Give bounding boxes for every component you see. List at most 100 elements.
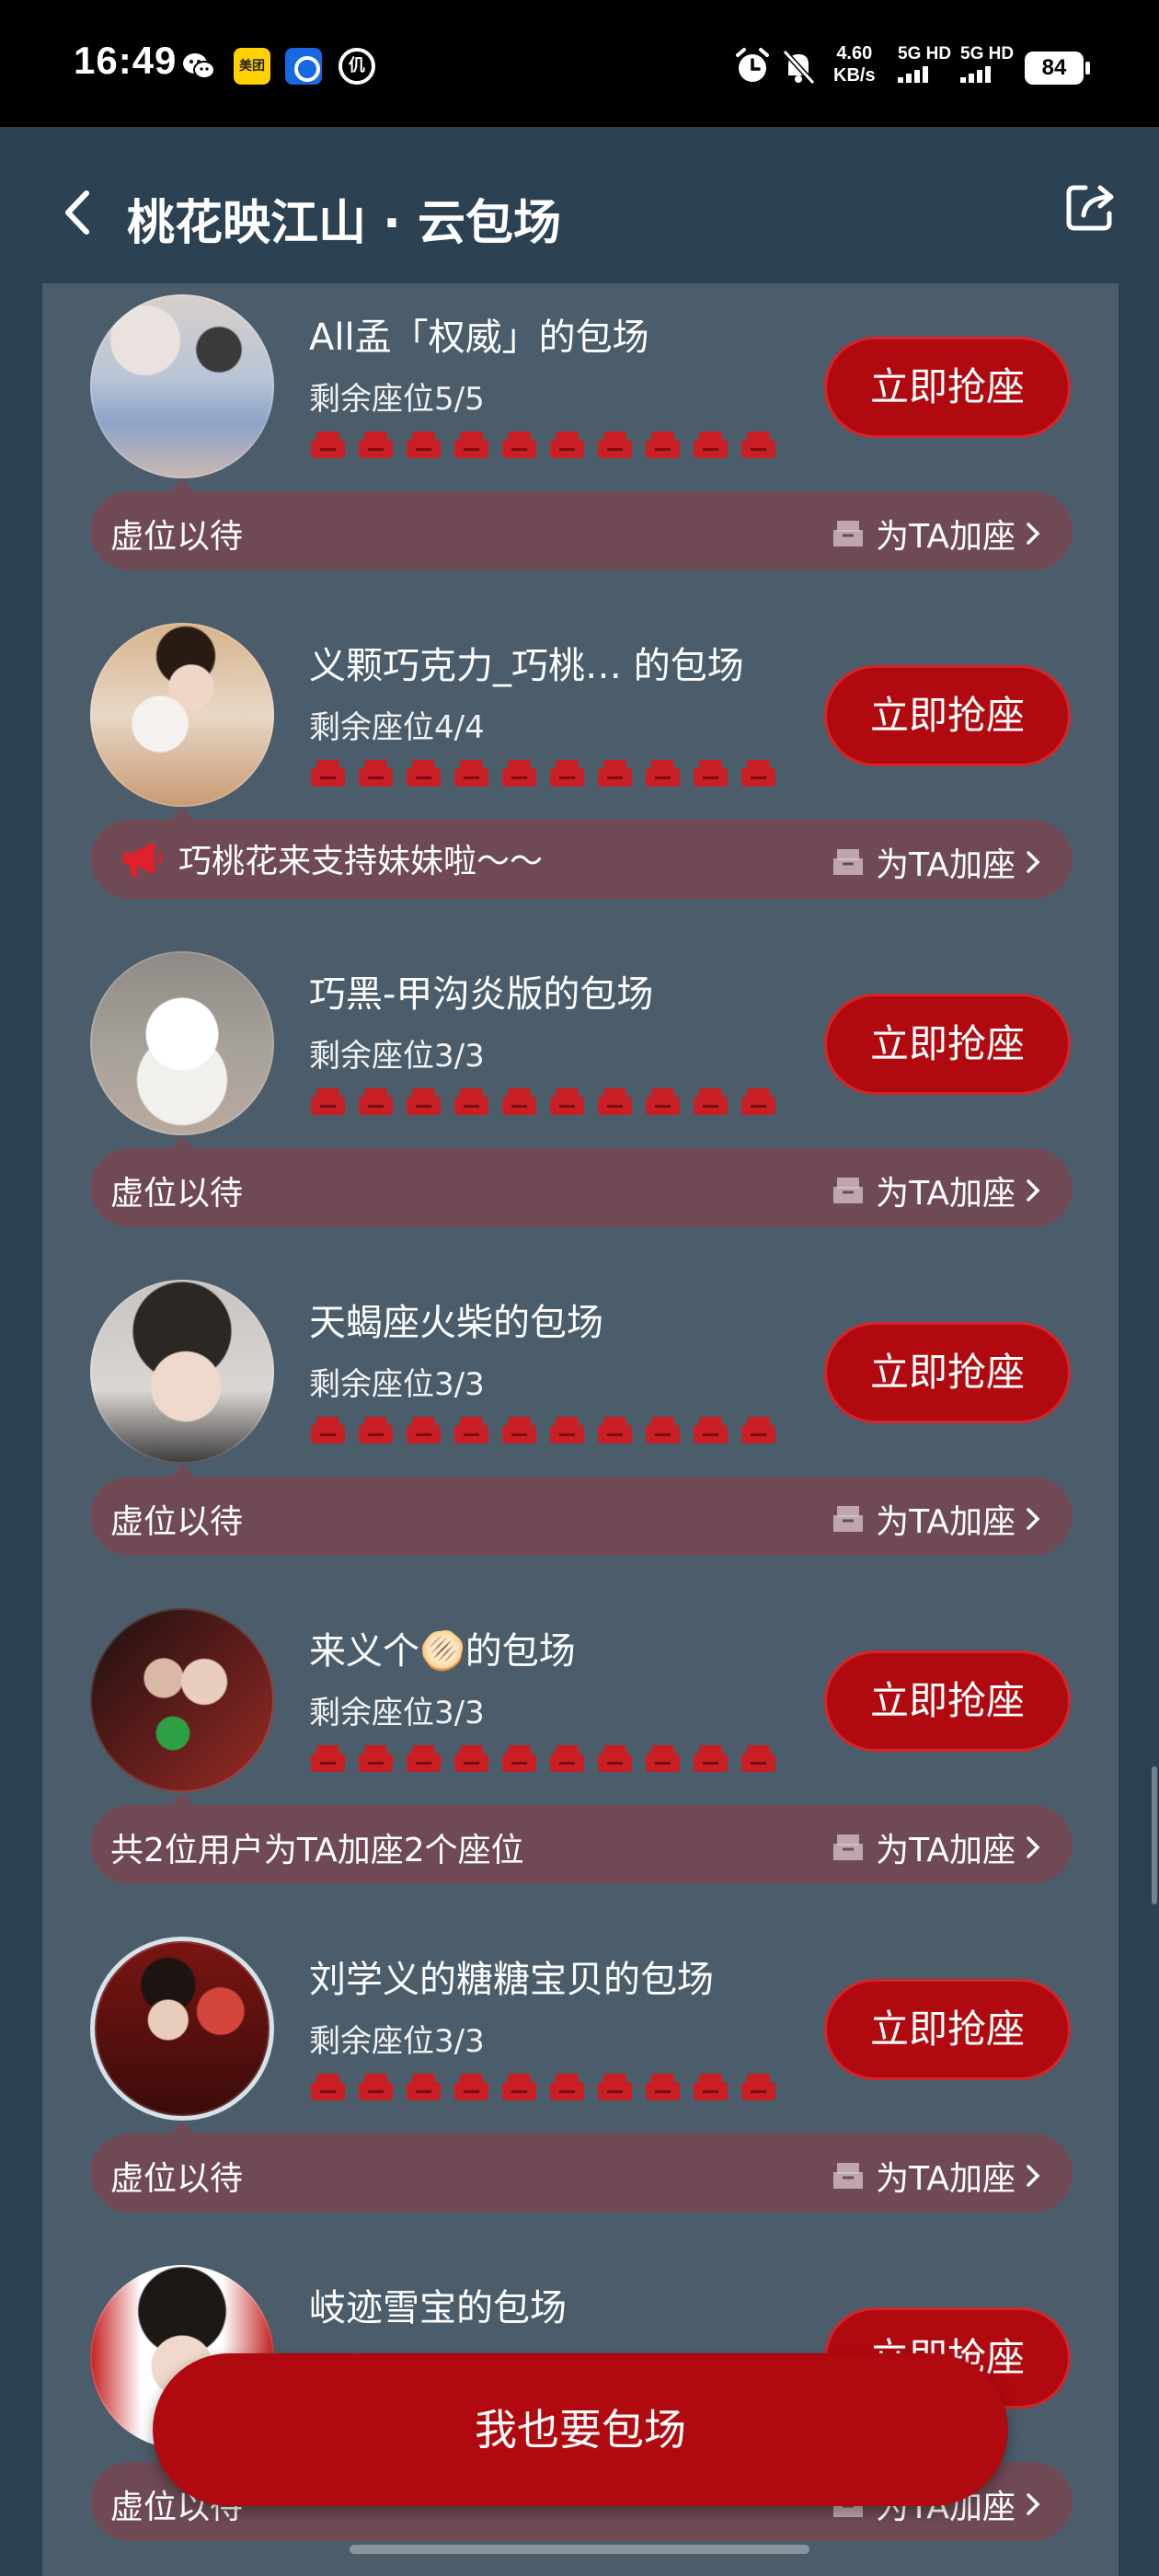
avatar-pointer bbox=[171, 478, 193, 491]
meituan-icon: 美团 bbox=[234, 48, 270, 85]
info-bar: 虚位以待 为TA加座 bbox=[90, 491, 1073, 570]
list-item: 义颗巧克力_巧桃… 的包场 剩余座位4/4 立即抢座 巧桃花来支持妹妹啦〜〜 为… bbox=[42, 612, 1119, 940]
chevron-right-icon bbox=[1027, 851, 1040, 873]
app-header: 桃花映江山 · 云包场 bbox=[0, 127, 1159, 283]
seat-icon bbox=[694, 2074, 728, 2100]
avatar[interactable] bbox=[90, 623, 274, 807]
seat-icon bbox=[598, 1417, 632, 1443]
add-seat-link[interactable]: 为TA加座 bbox=[828, 510, 1045, 558]
seat-icon bbox=[694, 1088, 728, 1115]
seat-icon bbox=[502, 760, 536, 787]
add-seat-label: 为TA加座 bbox=[876, 1503, 1016, 1541]
add-seat-link[interactable]: 为TA加座 bbox=[828, 1823, 1045, 1871]
chevron-left-icon bbox=[65, 190, 89, 235]
info-bar: 虚位以待 为TA加座 bbox=[90, 2133, 1073, 2213]
page-title: 桃花映江山 · 云包场 bbox=[127, 196, 561, 251]
avatar[interactable] bbox=[90, 1937, 274, 2121]
info-text: 虚位以待 bbox=[110, 518, 244, 556]
status-bar: 16:49 美团 仉 4.60 KB/s 5G HD 5G HD 84 bbox=[0, 0, 1159, 127]
seat-icon bbox=[694, 1745, 728, 1772]
seat-icon bbox=[550, 760, 584, 787]
list-item: 来义个🫓的包场 剩余座位3/3 立即抢座 共2位用户为TA加座2个座位 为TA加… bbox=[42, 1597, 1119, 1926]
seat-icon bbox=[550, 1088, 584, 1115]
add-seat-label: 为TA加座 bbox=[876, 1175, 1016, 1213]
seat-icon bbox=[454, 431, 488, 458]
avatar[interactable] bbox=[90, 1608, 274, 1792]
app-icon bbox=[285, 48, 322, 85]
item-title: 岐迹雪宝的包场 bbox=[309, 2287, 567, 2329]
remaining-seats: 剩余座位3/3 bbox=[309, 1038, 485, 1075]
network-speed-unit: KB/s bbox=[833, 65, 876, 86]
seat-icon bbox=[454, 1417, 488, 1443]
seat-icon bbox=[407, 1417, 441, 1443]
chevron-right-icon bbox=[1027, 2493, 1040, 2515]
share-button[interactable] bbox=[1058, 175, 1122, 239]
grab-seat-button[interactable]: 立即抢座 bbox=[824, 1979, 1071, 2080]
item-title: 来义个🫓的包场 bbox=[309, 1630, 576, 1673]
avatar-pointer bbox=[171, 1792, 193, 1805]
seat-icon bbox=[454, 1745, 488, 1772]
chevron-right-icon bbox=[1027, 1836, 1040, 1858]
avatar-pointer bbox=[171, 1135, 193, 1148]
home-indicator[interactable] bbox=[350, 2545, 809, 2554]
seat-icon bbox=[407, 1088, 441, 1115]
avatar[interactable] bbox=[90, 1280, 274, 1464]
grab-seat-button[interactable]: 立即抢座 bbox=[824, 665, 1071, 766]
remaining-seats: 剩余座位3/3 bbox=[309, 1695, 485, 1731]
seat-icon bbox=[598, 1088, 632, 1115]
grab-seat-button[interactable]: 立即抢座 bbox=[824, 337, 1071, 438]
add-seat-link[interactable]: 为TA加座 bbox=[828, 1167, 1045, 1214]
seat-icon bbox=[502, 2074, 536, 2100]
info-text: 虚位以待 bbox=[110, 2160, 244, 2198]
list-item: 刘学义的糖糖宝贝的包场 剩余座位3/3 立即抢座 虚位以待 为TA加座 bbox=[42, 1926, 1119, 2254]
seat-icon bbox=[454, 2074, 488, 2100]
avatar[interactable] bbox=[90, 294, 274, 478]
seat-icon bbox=[359, 1745, 393, 1772]
seat-icon bbox=[311, 760, 345, 787]
mute-bell-icon bbox=[778, 46, 819, 86]
add-seat-label: 为TA加座 bbox=[876, 846, 1016, 884]
add-seat-link[interactable]: 为TA加座 bbox=[828, 1495, 1045, 1543]
seat-icon bbox=[407, 2074, 441, 2100]
venue-list: All孟「权威」的包场 剩余座位5/5 立即抢座 虚位以待 为TA加座 义颗巧克… bbox=[42, 283, 1119, 2576]
info-bar: 共2位用户为TA加座2个座位 为TA加座 bbox=[90, 1805, 1073, 1884]
info-bar: 巧桃花来支持妹妹啦〜〜 为TA加座 bbox=[90, 820, 1073, 899]
circle-app-icon: 仉 bbox=[339, 48, 375, 85]
remaining-seats: 剩余座位5/5 bbox=[309, 381, 485, 418]
scrollbar[interactable] bbox=[1152, 1766, 1157, 1904]
add-seat-link[interactable]: 为TA加座 bbox=[828, 2152, 1045, 2200]
avatar-pointer bbox=[171, 1464, 193, 1477]
remaining-seats: 剩余座位3/3 bbox=[309, 1366, 485, 1403]
add-seat-label: 为TA加座 bbox=[876, 518, 1016, 556]
seat-icon bbox=[407, 431, 441, 458]
sofa-icon bbox=[833, 1178, 864, 1203]
add-seat-link[interactable]: 为TA加座 bbox=[828, 838, 1045, 886]
book-venue-button[interactable]: 我也要包场 bbox=[153, 2353, 1008, 2506]
seat-icon bbox=[502, 1088, 536, 1115]
seat-row bbox=[309, 1414, 777, 1447]
sofa-icon bbox=[833, 521, 864, 546]
back-button[interactable] bbox=[53, 180, 109, 245]
remaining-seats: 剩余座位4/4 bbox=[309, 709, 485, 746]
list-item: All孟「权威」的包场 剩余座位5/5 立即抢座 虚位以待 为TA加座 bbox=[42, 283, 1119, 612]
network-speed-value: 4.60 bbox=[836, 43, 873, 63]
grab-seat-button[interactable]: 立即抢座 bbox=[824, 1322, 1071, 1423]
status-time: 16:49 bbox=[74, 39, 178, 82]
seat-icon bbox=[741, 1417, 775, 1443]
avatar[interactable] bbox=[90, 951, 274, 1135]
sofa-icon bbox=[833, 2163, 864, 2189]
seat-icon bbox=[550, 431, 584, 458]
seat-icon bbox=[550, 1417, 584, 1443]
grab-seat-button[interactable]: 立即抢座 bbox=[824, 1650, 1071, 1752]
signal-icon: 5G HD bbox=[898, 44, 951, 83]
seat-row bbox=[309, 2071, 777, 2104]
seat-row bbox=[309, 1086, 777, 1119]
wechat-icon bbox=[180, 48, 217, 85]
item-title: 天蝎座火柴的包场 bbox=[309, 1302, 603, 1344]
seat-icon bbox=[741, 760, 775, 787]
grab-seat-button[interactable]: 立即抢座 bbox=[824, 994, 1071, 1095]
seat-icon bbox=[502, 1417, 536, 1443]
sofa-icon bbox=[833, 849, 864, 875]
seat-icon bbox=[646, 431, 680, 458]
seat-icon bbox=[646, 1088, 680, 1115]
